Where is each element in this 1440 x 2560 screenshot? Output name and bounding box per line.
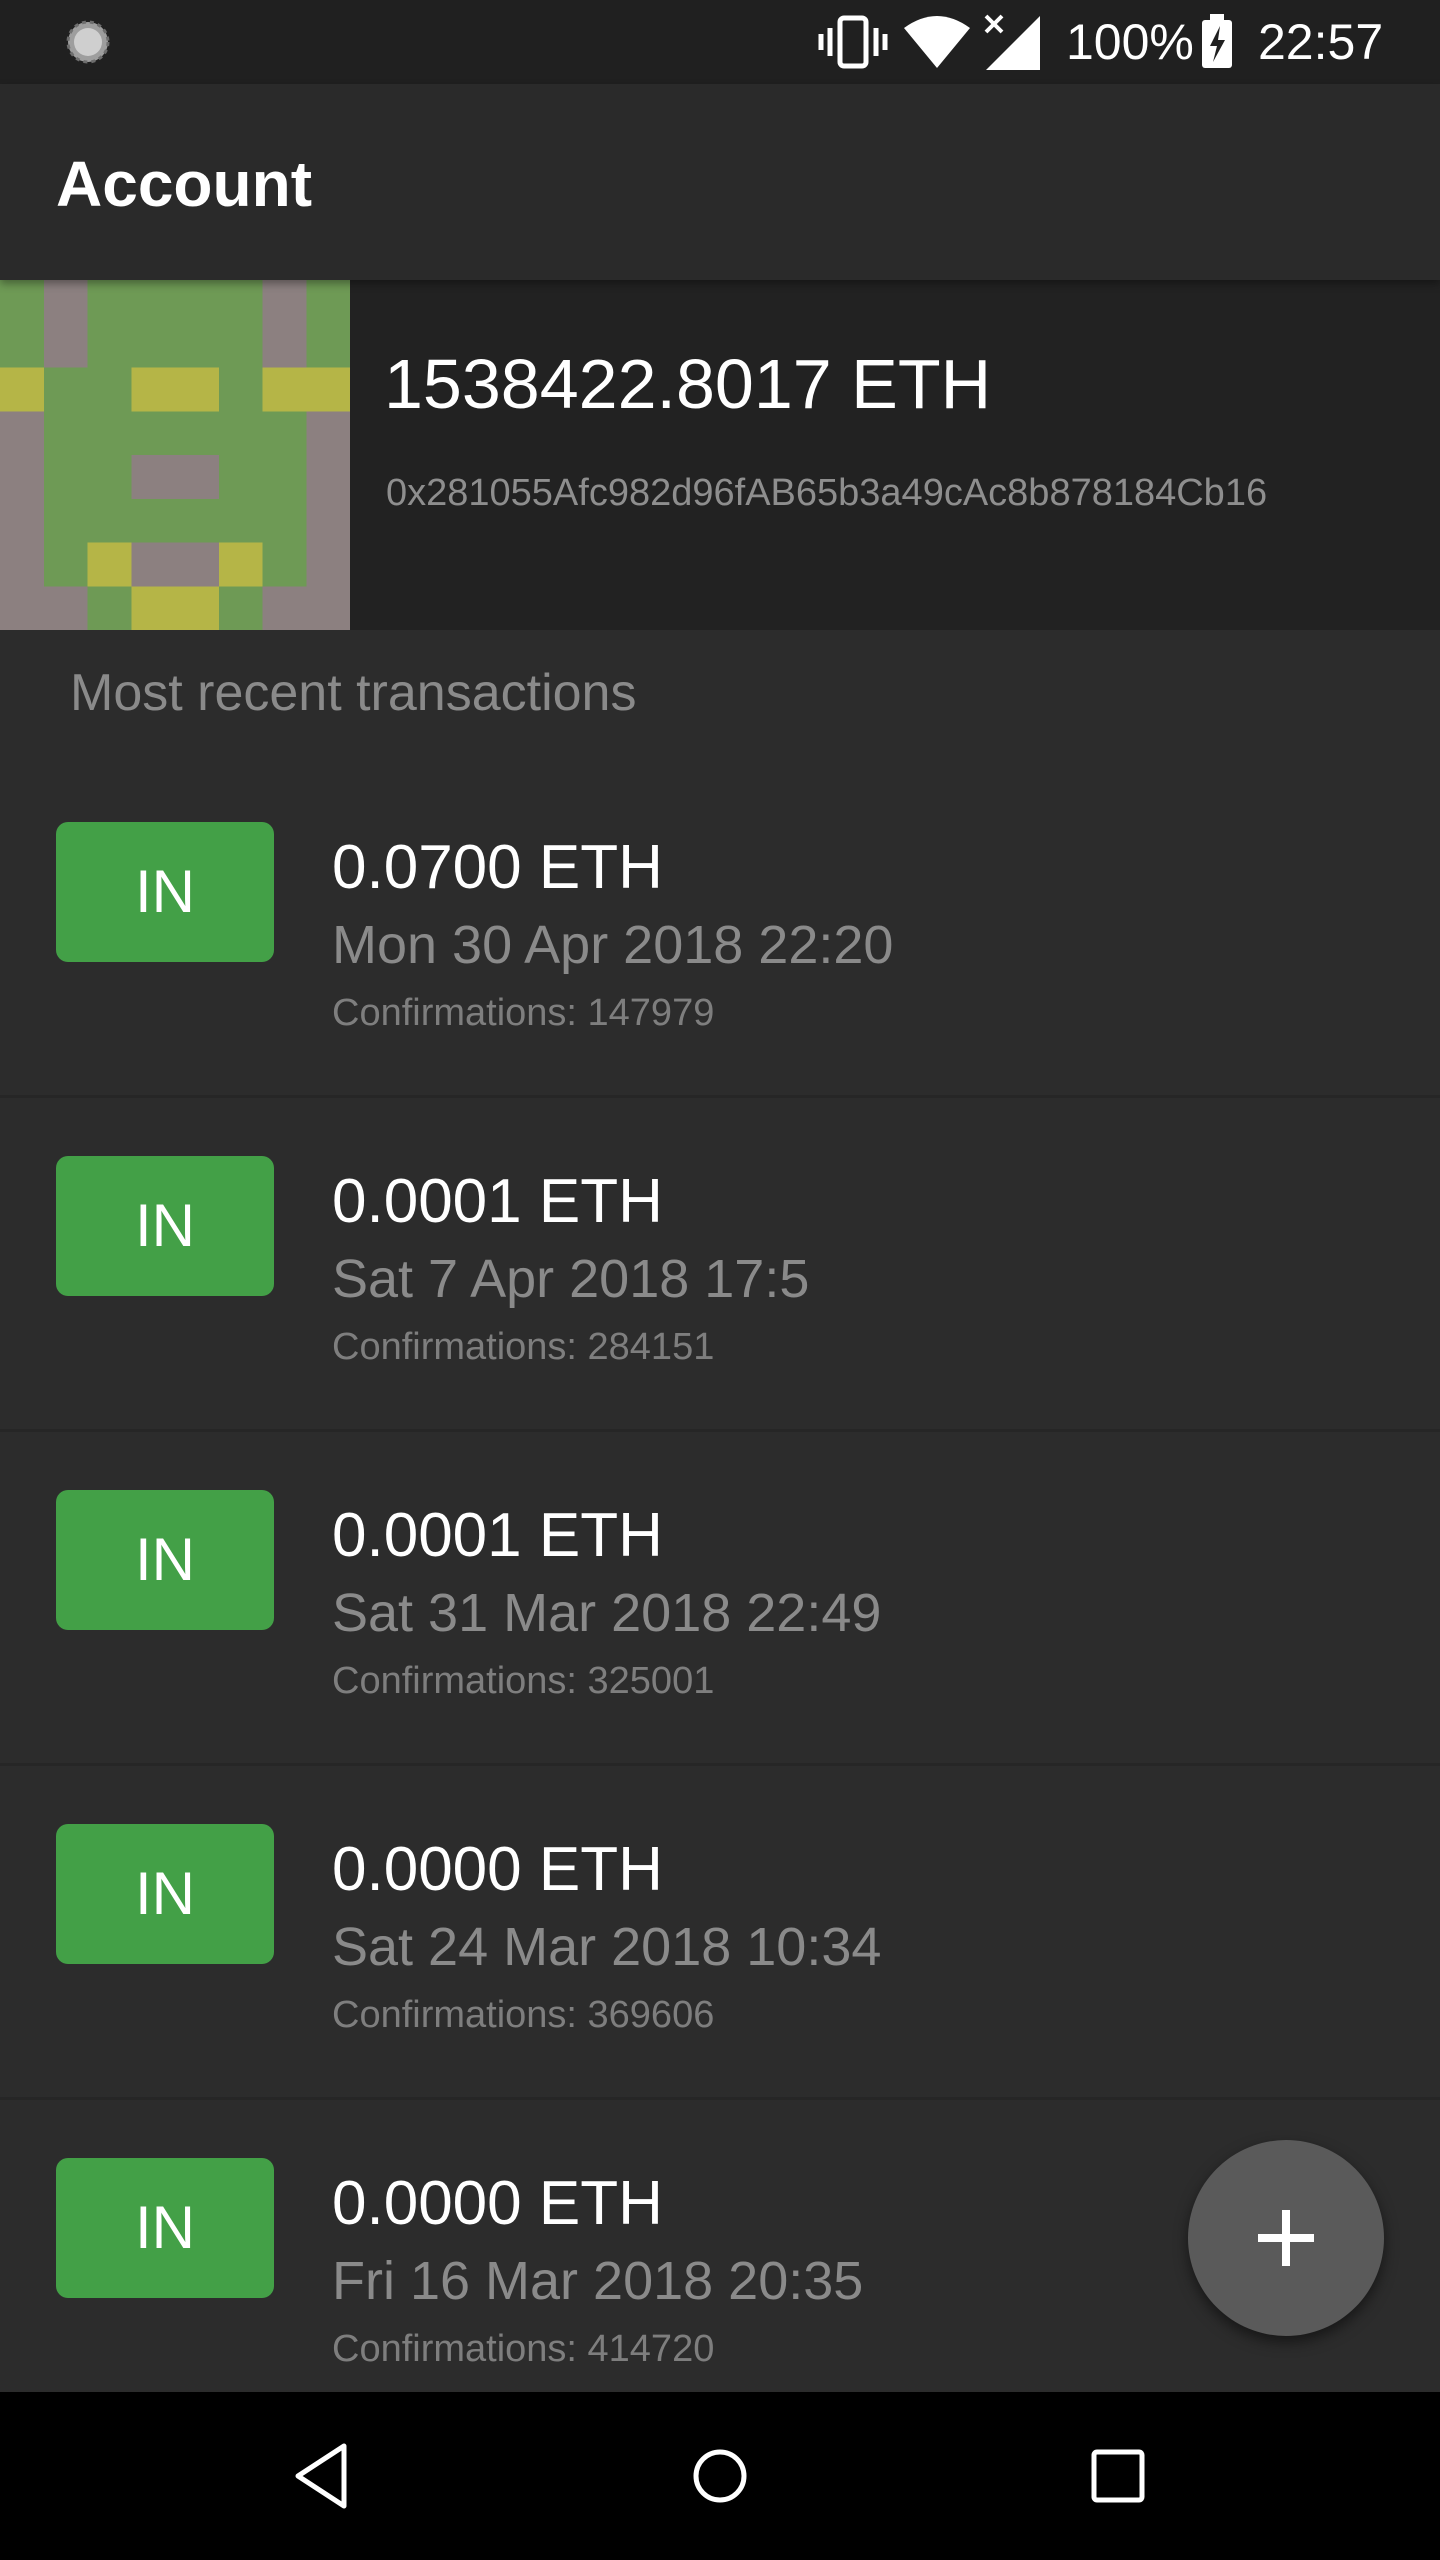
transaction-date: Sat 7 Apr 2018 17:5 bbox=[332, 1249, 810, 1309]
wifi-icon bbox=[904, 16, 970, 68]
page-title: Account bbox=[56, 148, 312, 220]
add-button[interactable] bbox=[1188, 2140, 1384, 2336]
transaction-date: Sat 31 Mar 2018 22:49 bbox=[332, 1583, 882, 1643]
transaction-date: Fri 16 Mar 2018 20:35 bbox=[332, 2251, 864, 2311]
transaction-row[interactable]: IN 0.0001 ETH Sat 31 Mar 2018 22:49 Conf… bbox=[0, 1432, 1440, 1766]
account-card[interactable]: 1538422.8017 ETH 0x281055Afc982d96fAB65b… bbox=[0, 280, 1440, 630]
account-address[interactable]: 0x281055Afc982d96fAB65b3a49cAc8b878184Cb… bbox=[386, 468, 1267, 518]
transaction-confirmations: Confirmations: 369606 bbox=[332, 1994, 715, 2036]
app-bar: Account bbox=[0, 84, 1440, 280]
transaction-amount: 0.0001 ETH bbox=[332, 1501, 663, 1570]
plus-icon bbox=[1258, 2210, 1314, 2266]
transaction-amount: 0.0001 ETH bbox=[332, 1167, 663, 1236]
transaction-row[interactable]: IN 0.0000 ETH Sat 24 Mar 2018 10:34 Conf… bbox=[0, 1766, 1440, 2100]
no-signal-icon bbox=[984, 14, 1040, 70]
section-header-transactions: Most recent transactions bbox=[70, 664, 637, 722]
battery-charging-icon bbox=[1202, 14, 1232, 68]
transaction-confirmations: Confirmations: 147979 bbox=[332, 992, 715, 1034]
transaction-amount: 0.0000 ETH bbox=[332, 1835, 663, 1904]
status-bar: 100% 22:57 bbox=[0, 0, 1440, 84]
transaction-row[interactable]: IN 0.0001 ETH Sat 7 Apr 2018 17:5 Confir… bbox=[0, 1098, 1440, 1432]
transaction-date: Mon 30 Apr 2018 22:20 bbox=[332, 915, 894, 975]
loading-spinner-icon bbox=[66, 20, 110, 64]
transaction-row[interactable]: IN 0.0700 ETH Mon 30 Apr 2018 22:20 Conf… bbox=[0, 764, 1440, 1098]
transaction-amount: 0.0700 ETH bbox=[332, 833, 663, 902]
vibrate-icon bbox=[818, 15, 888, 69]
clock: 22:57 bbox=[1258, 14, 1384, 70]
battery-percent: 100% bbox=[1066, 14, 1194, 70]
transaction-date: Sat 24 Mar 2018 10:34 bbox=[332, 1917, 882, 1977]
back-icon[interactable] bbox=[282, 2436, 362, 2516]
account-identicon bbox=[0, 280, 350, 630]
recents-icon[interactable] bbox=[1078, 2436, 1158, 2516]
transaction-amount: 0.0000 ETH bbox=[332, 2169, 663, 2238]
direction-badge-in: IN bbox=[56, 2158, 274, 2298]
transaction-confirmations: Confirmations: 325001 bbox=[332, 1660, 715, 1702]
home-icon[interactable] bbox=[680, 2436, 760, 2516]
direction-badge-in: IN bbox=[56, 822, 274, 962]
transaction-confirmations: Confirmations: 414720 bbox=[332, 2328, 715, 2370]
transaction-confirmations: Confirmations: 284151 bbox=[332, 1326, 715, 1368]
direction-badge-in: IN bbox=[56, 1824, 274, 1964]
account-balance: 1538422.8017 ETH bbox=[384, 345, 992, 423]
navigation-bar bbox=[0, 2392, 1440, 2560]
direction-badge-in: IN bbox=[56, 1490, 274, 1630]
direction-badge-in: IN bbox=[56, 1156, 274, 1296]
